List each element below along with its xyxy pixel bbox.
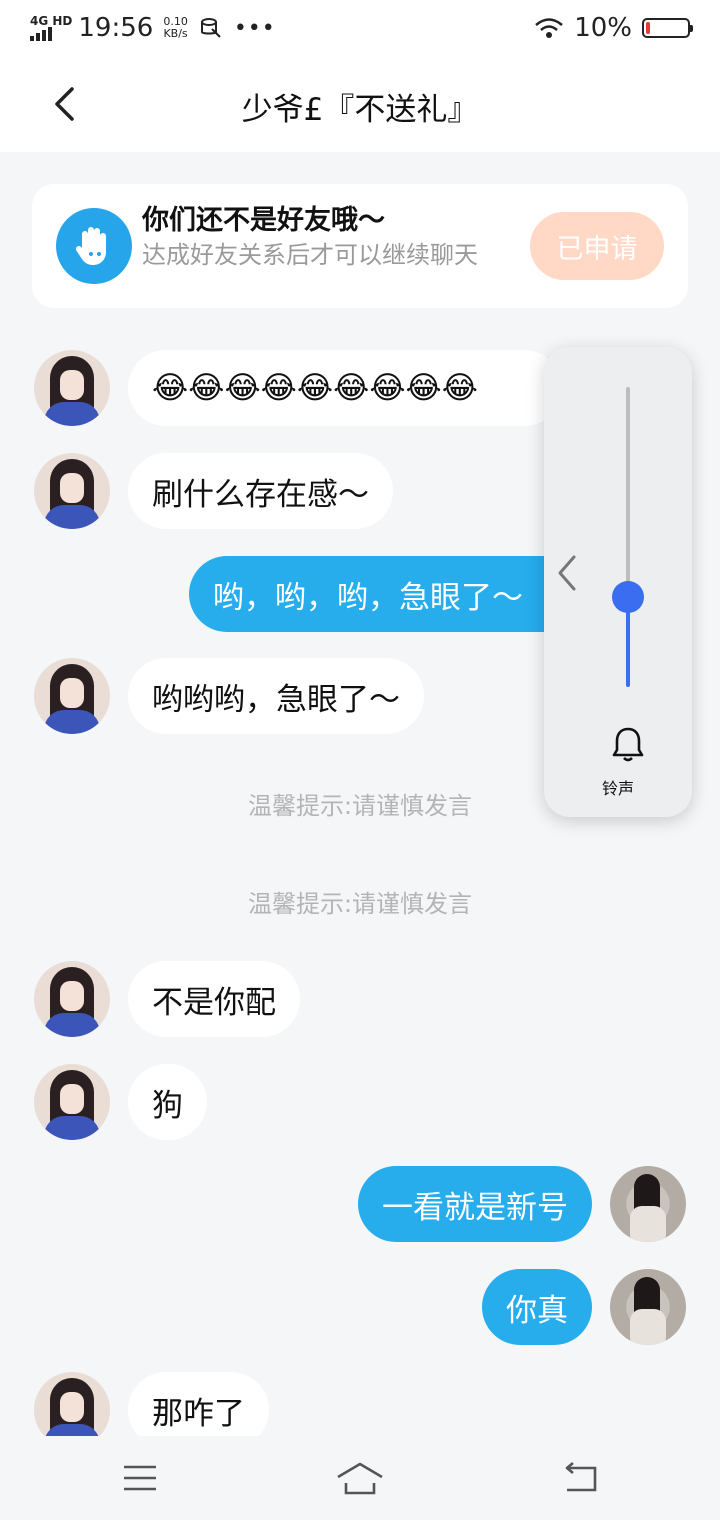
back-nav-button[interactable] [556,1456,604,1500]
message-bubble-incoming[interactable]: 不是你配 [128,961,300,1037]
avatar[interactable] [34,658,110,734]
my-avatar[interactable] [610,1166,686,1242]
return-icon [565,1462,597,1492]
message-bubble-incoming[interactable]: 刷什么存在感～ [128,453,393,529]
signal-icon [30,27,72,41]
clock: 19:56 [78,13,154,43]
my-avatar[interactable] [610,1269,686,1345]
status-bar: 4G HD 19:56 0.10 KB/s ••• 10% [0,0,720,56]
volume-slider-track[interactable] [626,387,630,687]
avatar[interactable] [34,1064,110,1140]
data-saver-icon [200,18,221,38]
bell-icon[interactable] [610,725,646,763]
friend-card-subtitle: 达成好友关系后才可以继续聊天 [142,241,478,269]
network-speed: 0.10 KB/s [163,16,188,40]
home-button[interactable] [336,1456,384,1500]
friend-request-card: 你们还不是好友哦～ 达成好友关系后才可以继续聊天 已申请 [32,184,688,308]
page-title: 少爷£『不送礼』 [241,92,479,128]
volume-panel: 铃声 [544,347,692,817]
battery-percent: 10% [574,13,632,43]
chevron-left-icon[interactable] [554,553,580,593]
volume-slider-knob[interactable] [612,581,644,613]
applied-button[interactable]: 已申请 [530,212,664,280]
avatar[interactable] [34,961,110,1037]
battery-fill [646,22,650,34]
network-speed-unit: KB/s [163,27,188,40]
home-icon [337,1462,383,1495]
battery-icon [642,18,693,38]
message-bubble-incoming[interactable]: 哟哟哟，急眼了～ [128,658,424,734]
wifi-icon [535,18,564,38]
network-indicator: 4G HD [30,15,72,41]
message-bubble-incoming[interactable]: 😂😂😂😂😂😂😂😂😂 [128,350,562,426]
system-tip: 温馨提示:请谨慎发言 [247,890,473,918]
message-bubble-outgoing[interactable]: 一看就是新号 [358,1166,592,1242]
friend-card-title: 你们还不是好友哦～ [142,205,385,236]
avatar[interactable] [34,453,110,529]
menu-button[interactable] [116,1456,164,1500]
network-label: 4G HD [30,14,73,28]
system-nav-bar [0,1436,720,1520]
ringer-label: 铃声 [601,779,634,798]
menu-icon [124,1465,156,1491]
chat-header: 少爷£『不送礼』 [0,56,720,152]
more-status-icon: ••• [233,15,276,41]
message-bubble-incoming[interactable]: 狗 [128,1064,207,1140]
avatar[interactable] [34,350,110,426]
hand-wave-icon [56,208,132,284]
message-bubble-outgoing[interactable]: 你真 [482,1269,592,1345]
